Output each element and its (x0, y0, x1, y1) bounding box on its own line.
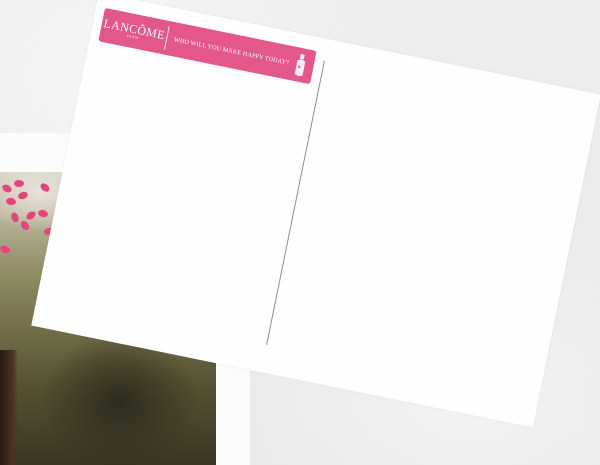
photo-hair (0, 350, 18, 465)
petal-icon (14, 180, 24, 187)
perfume-bottle-icon (294, 53, 306, 76)
postcard-divider (266, 60, 325, 345)
brand-logo: LANCÔME PARIS (99, 12, 170, 50)
slogan-text: WHO WILL YOU MAKE HAPPY TODAY? (173, 35, 290, 67)
